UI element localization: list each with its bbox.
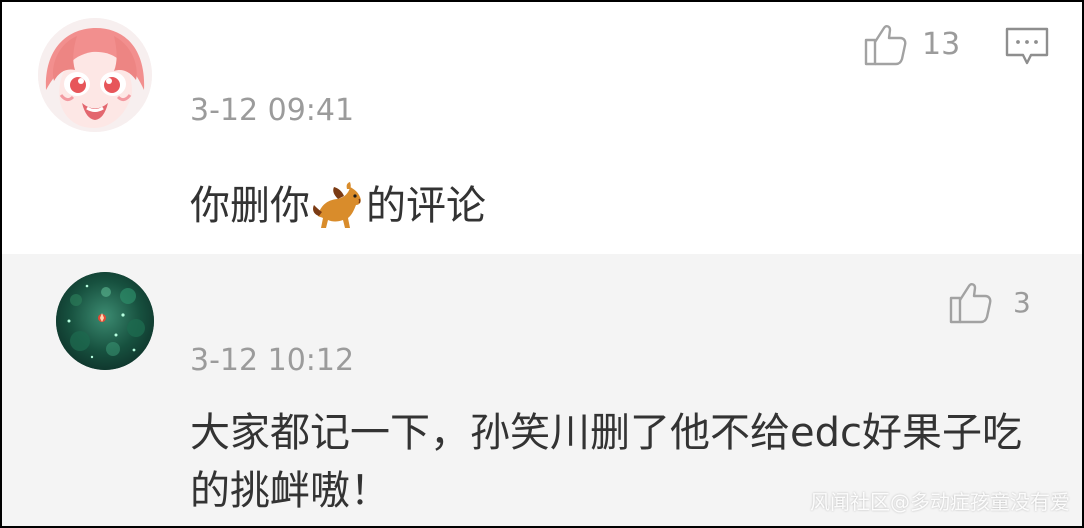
comment-list: 3-12 09:41 你删你 的评论 13 3-12 10:12 大家都记一下，…	[2, 2, 1082, 526]
user-avatar[interactable]	[38, 18, 152, 132]
like-count: 3	[1013, 286, 1031, 319]
comment-timestamp: 3-12 10:12	[190, 343, 355, 378]
thumbs-up-icon	[949, 283, 992, 324]
comment-text-segment: 你删你	[190, 183, 310, 229]
comment-item: 3-12 09:41 你删你 的评论 13	[2, 2, 1082, 254]
like-button[interactable]: 3	[947, 280, 1031, 326]
comment-text-segment: 的评论	[366, 183, 486, 229]
reply-item: 3-12 10:12 大家都记一下，孙笑川删了他不给edc好果子吃的挑衅嗷！ 3…	[2, 254, 1082, 526]
anime-avatar-icon	[38, 18, 152, 132]
like-count: 13	[922, 27, 961, 62]
horse-icon	[313, 182, 361, 228]
watermark: 风闻社区@多动症孩童没有爱	[810, 490, 1070, 514]
thumbs-up-icon	[864, 25, 907, 66]
horse-emoji	[310, 181, 366, 231]
reply-button[interactable]	[1004, 26, 1050, 68]
comment-icon	[1005, 27, 1049, 65]
like-button[interactable]: 13	[862, 22, 960, 68]
comment-timestamp: 3-12 09:41	[190, 93, 355, 128]
comment-text: 你删你 的评论	[190, 177, 486, 235]
user-avatar[interactable]	[56, 272, 154, 370]
forest-avatar-icon	[56, 272, 154, 370]
